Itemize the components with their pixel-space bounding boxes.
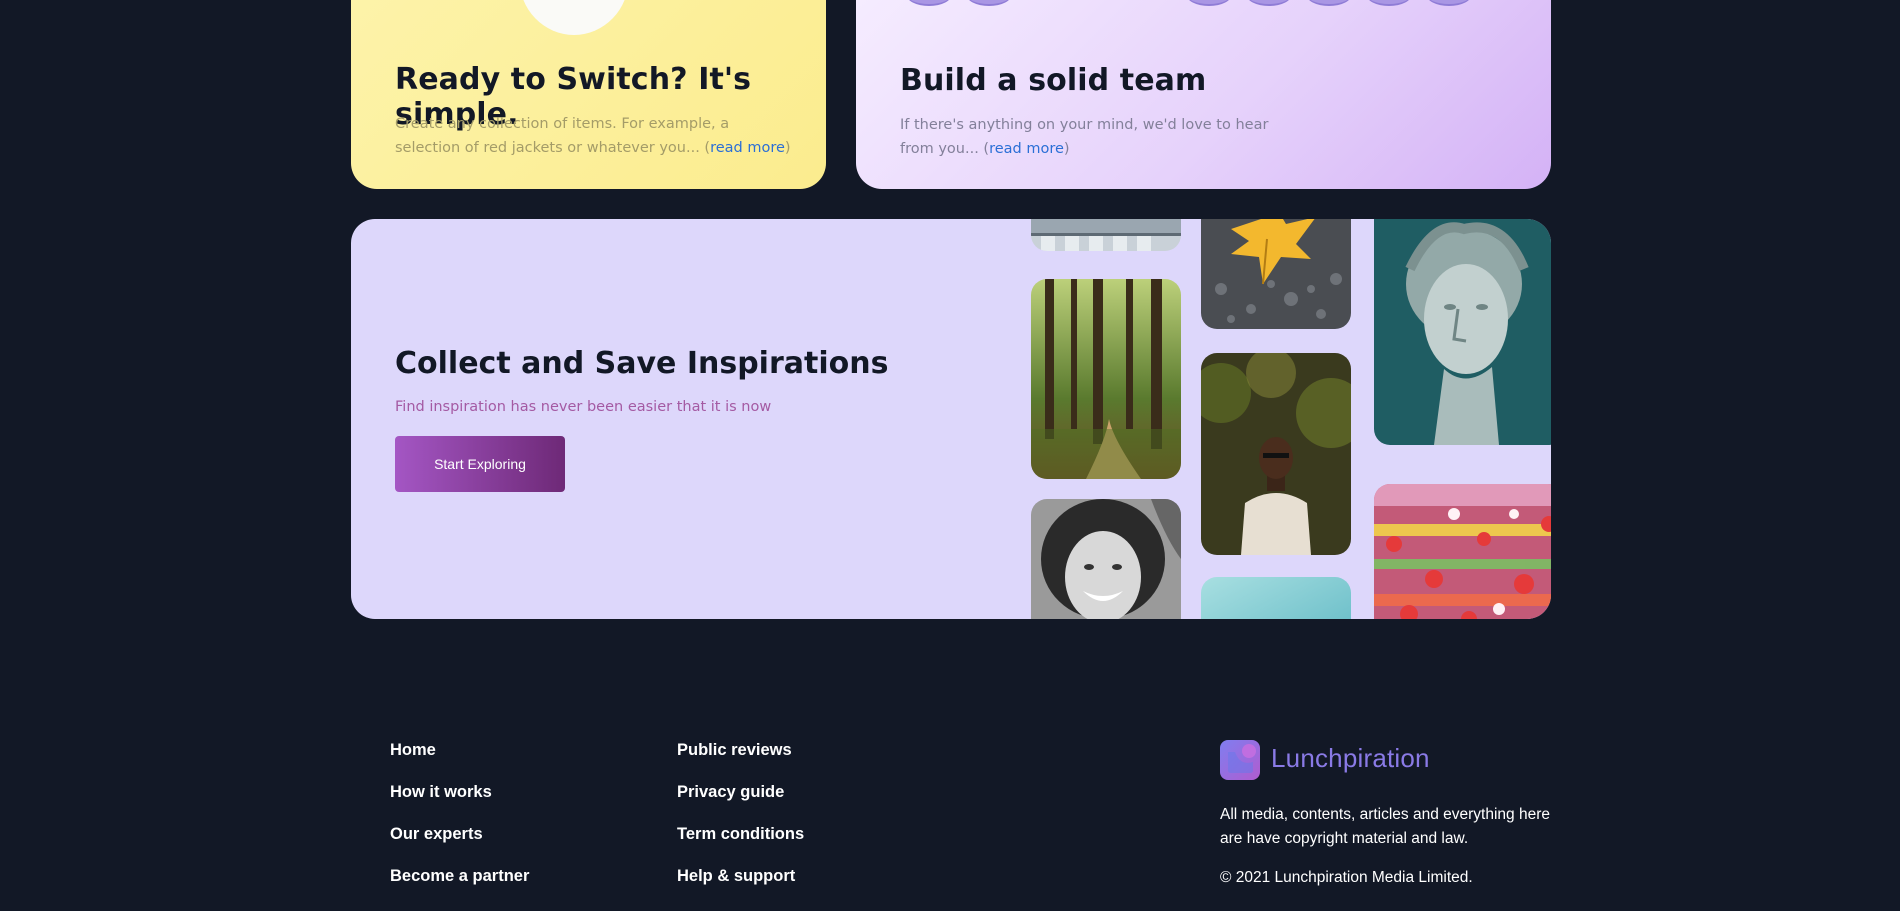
sky-photo[interactable] (1201, 577, 1351, 619)
footer-link-public-reviews[interactable]: Public reviews (677, 733, 804, 775)
switch-read-more-link[interactable]: read more (710, 140, 785, 156)
footer-nav-secondary: Public reviews Privacy guide Term condit… (677, 733, 804, 901)
start-exploring-button[interactable]: Start Exploring (395, 436, 565, 492)
building-photo[interactable] (1031, 219, 1181, 251)
copyright: © 2021 Lunchpiration Media Limited. (1220, 869, 1473, 886)
team-avatar (966, 0, 1012, 6)
footer-nav-primary: Home How it works Our experts Become a p… (390, 733, 529, 901)
footer-link-home[interactable]: Home (390, 733, 529, 775)
footer-link-term-conditions[interactable]: Term conditions (677, 817, 804, 859)
team-avatar (1246, 0, 1292, 6)
statue-bust-photo[interactable] (1374, 219, 1551, 445)
team-avatar (906, 0, 952, 6)
forest-path-photo[interactable] (1031, 279, 1181, 479)
inspiration-subtitle: Find inspiration has never been easier t… (395, 399, 772, 415)
team-avatar (1426, 0, 1472, 6)
brand-logo-icon (1220, 740, 1260, 780)
switch-card-text: Create any collection of items. For exam… (395, 116, 791, 156)
team-card-title: Build a solid team (900, 63, 1207, 98)
footer-link-become-partner[interactable]: Become a partner (390, 859, 529, 901)
inspiration-title: Collect and Save Inspirations (395, 346, 889, 381)
footer-link-privacy-guide[interactable]: Privacy guide (677, 775, 804, 817)
flowers-photo[interactable] (1374, 484, 1551, 619)
team-avatar (1366, 0, 1412, 6)
team-card: Build a solid team If there's anything o… (856, 0, 1551, 189)
footer-link-help-support[interactable]: Help & support (677, 859, 804, 901)
man-portrait-photo[interactable] (1201, 353, 1351, 555)
team-read-more-link[interactable]: read more (989, 141, 1064, 157)
inspiration-panel: Collect and Save Inspirations Find inspi… (351, 219, 1551, 619)
decorative-circle (519, 0, 629, 35)
yellow-leaf-photo[interactable] (1201, 219, 1351, 329)
footer-link-our-experts[interactable]: Our experts (390, 817, 529, 859)
footer-link-how-it-works[interactable]: How it works (390, 775, 529, 817)
switch-card: Ready to Switch? It's simple. Create any… (351, 0, 826, 189)
smiling-woman-photo[interactable] (1031, 499, 1181, 619)
team-avatar (1186, 0, 1232, 6)
brand-name: Lunchpiration (1271, 743, 1430, 773)
copyright-note: All media, contents, articles and everyt… (1220, 806, 1550, 847)
team-card-text: If there's anything on your mind, we'd l… (900, 117, 1269, 157)
team-avatar (1306, 0, 1352, 6)
